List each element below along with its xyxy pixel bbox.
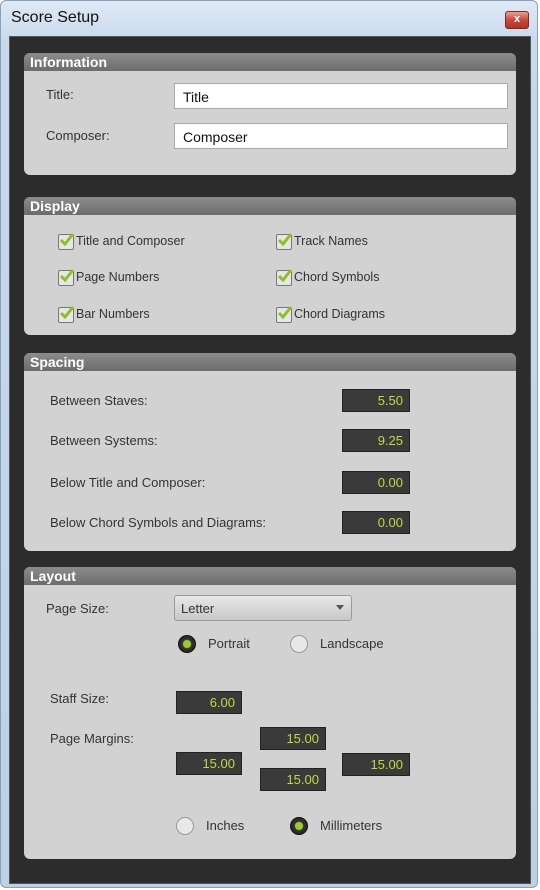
title-label: Title: — [46, 87, 74, 102]
checkmark-icon — [59, 233, 75, 247]
title-and-composer-checkbox[interactable]: Title and Composer — [58, 233, 258, 253]
checkmark-icon — [277, 233, 293, 247]
page-size-dropdown[interactable]: Letter — [174, 595, 352, 621]
between-systems-field[interactable]: 9.25 — [342, 429, 410, 452]
checkbox-label: Title and Composer — [76, 234, 185, 248]
between-staves-field[interactable]: 5.50 — [342, 389, 410, 412]
spacing-header: Spacing — [24, 353, 516, 371]
dialog-body: Information Title: Title Composer: Compo… — [9, 36, 531, 884]
below-title-composer-field[interactable]: 0.00 — [342, 471, 410, 494]
radio-label: Portrait — [208, 636, 250, 651]
spacing-panel: Spacing Between Staves: 5.50 Between Sys… — [24, 353, 516, 551]
checkmark-icon — [59, 306, 75, 320]
checkbox-label: Bar Numbers — [76, 307, 150, 321]
below-chord-symbols-field[interactable]: 0.00 — [342, 511, 410, 534]
checkbox-box — [276, 306, 293, 323]
staff-size-label: Staff Size: — [50, 691, 110, 706]
portrait-radio[interactable]: Portrait — [178, 635, 288, 655]
bar-numbers-checkbox[interactable]: Bar Numbers — [58, 306, 258, 326]
landscape-radio[interactable]: Landscape — [290, 635, 420, 655]
window-title: Score Setup — [11, 9, 100, 26]
margin-bottom-field[interactable]: 15.00 — [260, 768, 326, 791]
checkmark-icon — [277, 306, 293, 320]
chord-symbols-checkbox[interactable]: Chord Symbols — [276, 269, 476, 289]
margin-top-field[interactable]: 15.00 — [260, 727, 326, 750]
checkmark-icon — [59, 269, 75, 283]
page-numbers-checkbox[interactable]: Page Numbers — [58, 269, 258, 289]
radio-label: Inches — [206, 818, 245, 833]
between-staves-label: Between Staves: — [50, 393, 148, 408]
checkbox-box — [58, 306, 75, 323]
information-header: Information — [24, 53, 516, 71]
checkbox-box — [58, 233, 75, 250]
checkbox-box — [58, 269, 75, 286]
checkbox-box — [276, 233, 293, 250]
chevron-down-icon — [336, 605, 344, 610]
close-icon: x — [513, 13, 521, 25]
display-header: Display — [24, 197, 516, 215]
checkbox-label: Page Numbers — [76, 270, 160, 284]
page-margins-label: Page Margins: — [50, 731, 134, 746]
title-bar[interactable]: Score Setup x — [1, 1, 537, 35]
below-chord-symbols-label: Below Chord Symbols and Diagrams: — [50, 515, 267, 530]
radio-icon — [176, 817, 194, 835]
title-input[interactable]: Title — [174, 83, 508, 109]
below-title-composer-label: Below Title and Composer: — [50, 475, 206, 490]
checkbox-box — [276, 269, 293, 286]
margin-right-field[interactable]: 15.00 — [342, 753, 410, 776]
between-systems-label: Between Systems: — [50, 433, 158, 448]
checkbox-label: Chord Symbols — [294, 270, 380, 284]
composer-label: Composer: — [46, 128, 110, 143]
display-panel: Display Title and Composer Track Names P… — [24, 197, 516, 335]
close-button[interactable]: x — [505, 11, 529, 29]
staff-size-field[interactable]: 6.00 — [176, 691, 242, 714]
radio-label: Millimeters — [320, 818, 383, 833]
inches-radio[interactable]: Inches — [176, 817, 286, 837]
track-names-checkbox[interactable]: Track Names — [276, 233, 476, 253]
composer-input[interactable]: Composer — [174, 123, 508, 149]
radio-icon — [290, 635, 308, 653]
layout-header: Layout — [24, 567, 516, 585]
margin-left-field[interactable]: 15.00 — [176, 752, 242, 775]
page-size-label: Page Size: — [46, 601, 109, 616]
page-size-value: Letter — [181, 601, 215, 616]
checkbox-label: Track Names — [294, 234, 368, 248]
radio-icon — [178, 635, 196, 653]
checkmark-icon — [277, 269, 293, 283]
chord-diagrams-checkbox[interactable]: Chord Diagrams — [276, 306, 476, 326]
checkbox-label: Chord Diagrams — [294, 307, 386, 321]
radio-label: Landscape — [320, 636, 384, 651]
information-panel: Information Title: Title Composer: Compo… — [24, 53, 516, 175]
score-setup-window: Score Setup x Information Title: Title C… — [0, 0, 538, 888]
layout-panel: Layout Page Size: Letter Portrait Landsc… — [24, 567, 516, 859]
radio-icon — [290, 817, 308, 835]
millimeters-radio[interactable]: Millimeters — [290, 817, 420, 837]
